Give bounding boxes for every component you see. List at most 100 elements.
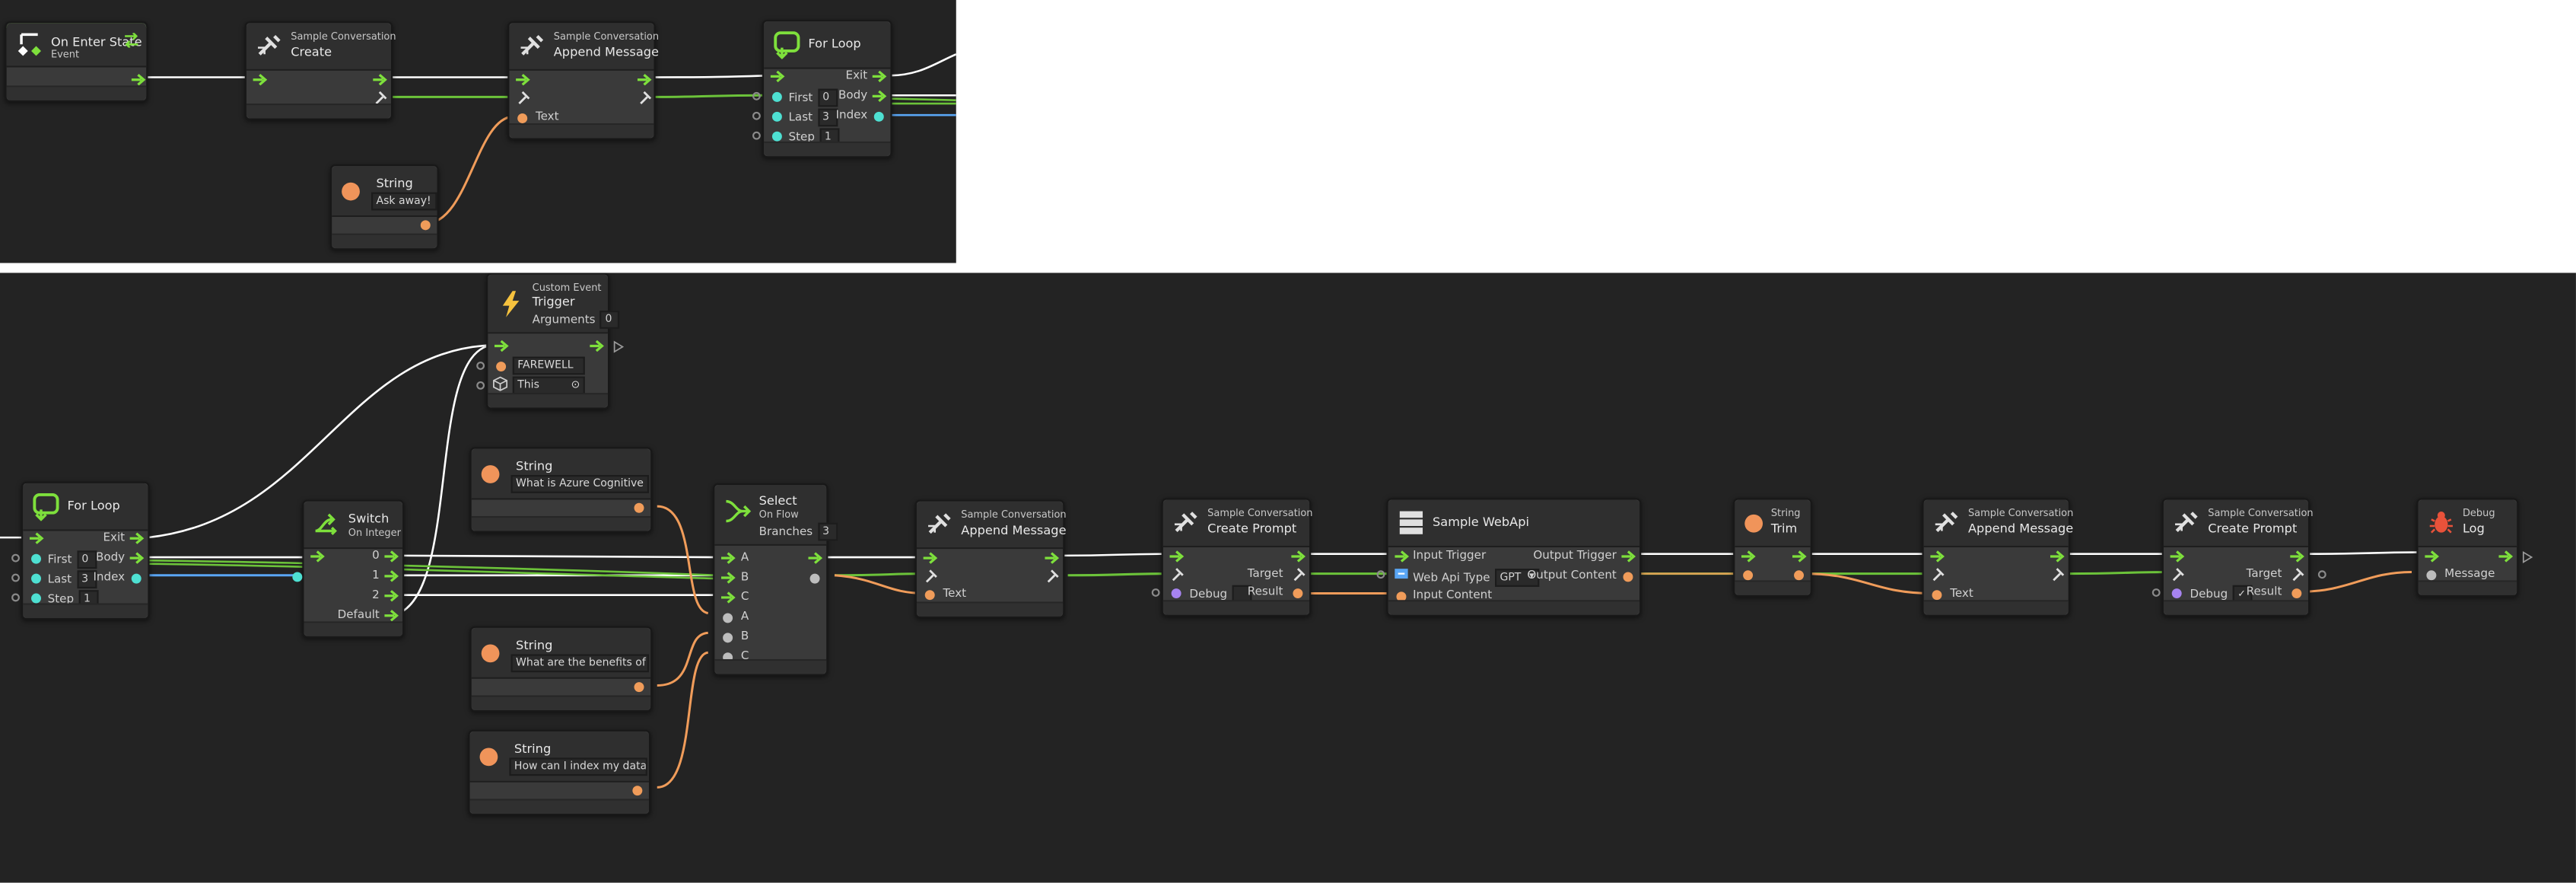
string-value-field[interactable]: How can I index my data w [509,757,647,776]
debug-in-port[interactable] [1171,588,1181,599]
last-in-port[interactable] [31,573,41,584]
selection-out-port[interactable] [809,573,820,584]
conversation-out-port[interactable] [2050,567,2067,582]
flow-in-port[interactable] [253,74,268,86]
flow-in-c-port[interactable] [720,591,736,604]
node-create-prompt[interactable]: Sample Conversation Create Prompt Target… [1151,498,1313,617]
node-create-conversation[interactable]: Sample Conversation Create [244,21,396,120]
branches-field[interactable]: Branches 3 [759,522,838,541]
node-string-literal[interactable]: String How can I index my data w [468,729,651,816]
node-create-prompt[interactable]: Sample Conversation Create Prompt Target… [2151,498,2326,617]
first-field[interactable]: First 0 [48,550,97,569]
flow-in-port[interactable] [2425,550,2439,563]
flow-out-port[interactable] [131,74,146,86]
last-field[interactable]: Last 3 [48,570,97,589]
string-out-port[interactable] [634,502,644,513]
first-in-port[interactable] [31,553,41,564]
exit-out-port[interactable] [129,532,145,544]
event-name-in-port[interactable] [496,362,507,372]
node-string-trim[interactable]: String Trim [1733,498,1812,597]
node-append-message[interactable]: Sample Conversation Append Message Text [507,21,659,140]
web-api-type-field[interactable]: Web Api Type GPT ▾ [1413,569,1540,587]
string-value-field[interactable]: What are the benefits of u [510,654,649,673]
node-string-literal[interactable]: String Ask away! [330,164,439,250]
script-graph-bottom[interactable]: Custom Event Trigger Arguments 0 FAREWELL… [0,273,2576,883]
text-in-port[interactable] [517,113,528,123]
node-string-literal[interactable]: String What is Azure Cognitive S [469,447,653,533]
result-out-port[interactable] [1293,588,1303,599]
debug-in-port[interactable] [2171,588,2182,599]
conversation-in-port[interactable] [1169,567,1186,582]
case-2-out-port[interactable] [384,590,399,602]
flow-out-port[interactable] [2050,550,2065,563]
string-out-port[interactable] [632,786,643,796]
body-out-port[interactable] [129,552,145,564]
string-out-port[interactable] [1794,570,1805,581]
flow-in-port[interactable] [2170,550,2185,563]
case-0-out-port[interactable] [384,550,399,563]
flow-out-port[interactable] [2290,550,2304,563]
flow-in-port[interactable] [923,552,938,564]
flow-out-port[interactable] [373,74,387,86]
first-in-port[interactable] [771,91,782,102]
target-out-port[interactable] [1291,567,1308,582]
flow-in-port[interactable] [310,550,325,563]
first-field[interactable]: First 0 [789,88,838,107]
event-name-field[interactable]: FAREWELL [512,356,585,375]
flow-in-port[interactable] [29,532,44,544]
string-in-port[interactable] [1743,570,1754,581]
flow-out-port[interactable] [2498,550,2514,563]
node-for-loop[interactable]: For Loop Exit First 0 Body Last 3 Index St… [752,19,892,158]
script-graph-top[interactable]: On Enter State Event Sample Conversation… [0,0,956,263]
node-append-message[interactable]: Sample Conversation Append Message Text [914,499,1067,618]
string-out-port[interactable] [420,220,431,231]
last-field[interactable]: Last 3 [789,108,838,127]
flow-in-port[interactable] [1741,550,1756,563]
flow-in-port[interactable] [770,70,785,82]
node-switch-on-integer[interactable]: Switch On Integer 0 1 2 Default [292,499,405,638]
node-on-enter-state[interactable]: On Enter State Event [5,21,148,102]
arguments-field[interactable]: Arguments 0 [533,311,620,329]
target-out-port[interactable] [2290,567,2307,582]
node-select-on-flow[interactable]: Select On Flow Branches 3 A B C A B C [713,483,838,676]
exit-out-port[interactable] [872,70,887,82]
conversation-in-port[interactable] [516,91,533,105]
result-out-port[interactable] [2291,588,2302,599]
flow-in-b-port[interactable] [720,572,736,584]
node-string-literal[interactable]: String What are the benefits of u [469,626,653,712]
value-a-in-port[interactable] [723,613,733,623]
flow-in-a-port[interactable] [720,552,736,564]
conversation-in-port[interactable] [2171,567,2187,582]
case-1-out-port[interactable] [384,570,399,582]
conversation-out-port[interactable] [1045,569,1061,583]
flow-in-port[interactable] [494,339,509,352]
node-debug-log[interactable]: Debug Log Message [2416,498,2533,597]
flow-out-port[interactable] [637,74,652,86]
flow-in-port[interactable] [516,74,530,86]
flow-out-port[interactable] [1291,550,1305,563]
selector-in-port[interactable] [292,572,303,582]
conversation-in-port[interactable] [924,569,940,583]
flow-out-port[interactable] [1045,552,1060,564]
string-value-field[interactable]: What is Azure Cognitive S [510,475,649,493]
output-trigger-port[interactable] [1621,550,1636,563]
object-picker-icon[interactable]: ⊙ [571,378,580,393]
node-for-loop[interactable]: For Loop Exit First 0 Body Last 3 Index St… [11,481,150,620]
index-out-port[interactable] [873,111,884,122]
node-custom-event-trigger[interactable]: Custom Event Trigger Arguments 0 FAREWELL… [476,273,625,410]
flow-in-port[interactable] [1169,550,1185,563]
step-in-port[interactable] [771,131,782,142]
string-value-field[interactable]: Ask away! [371,192,437,211]
text-in-port[interactable] [1932,590,1942,601]
step-in-port[interactable] [31,593,41,604]
value-b-in-port[interactable] [723,633,733,643]
flow-out-port[interactable] [1792,550,1807,563]
text-in-port[interactable] [924,590,935,601]
body-out-port[interactable] [872,90,887,102]
conversation-out-port[interactable] [638,91,654,105]
index-out-port[interactable] [131,573,142,584]
default-out-port[interactable] [384,610,399,622]
flow-out-port[interactable] [808,552,823,564]
last-in-port[interactable] [771,111,782,122]
node-append-message[interactable]: Sample Conversation Append Message Text [1922,498,2073,617]
